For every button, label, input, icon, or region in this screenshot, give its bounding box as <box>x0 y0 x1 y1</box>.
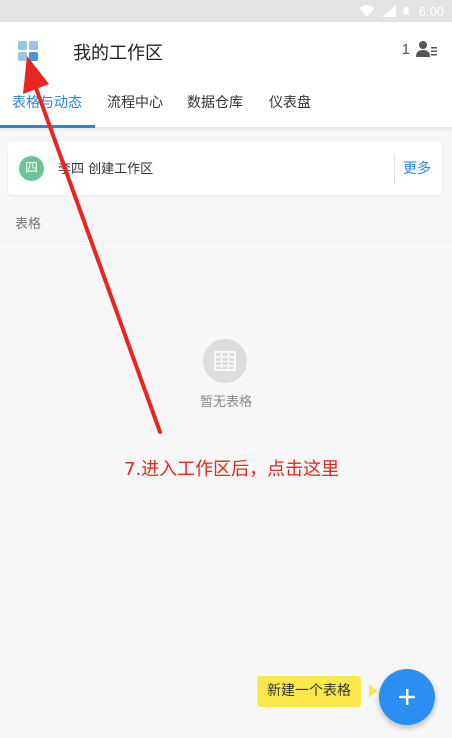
avatar: 四 <box>19 156 44 181</box>
member-count: 1 <box>401 40 410 58</box>
section-label-tables: 表格 <box>15 217 42 232</box>
new-table-tooltip: 新建一个表格 <box>257 676 361 707</box>
tab-data-warehouse[interactable]: 数据仓库 <box>187 80 243 128</box>
members-icon <box>416 41 437 57</box>
active-tab-indicator <box>0 125 95 128</box>
tab-bar: 表格与动态 流程中心 数据仓库 仪表盘 <box>0 80 452 128</box>
divider <box>0 241 452 242</box>
members-button[interactable]: 1 <box>402 40 438 58</box>
wifi-icon <box>359 5 375 17</box>
more-button[interactable]: 更多 <box>403 158 431 178</box>
status-bar: 6:00 <box>0 0 452 22</box>
divider <box>394 154 395 184</box>
annotation-text: 7.进入工作区后，点击这里 <box>124 459 340 480</box>
tooltip-tail <box>369 684 377 698</box>
workspace-card: 四 李四 创建工作区 更多 <box>8 142 442 195</box>
workspace-menu-icon[interactable] <box>16 39 40 63</box>
battery-icon <box>403 6 409 15</box>
page-title: 我的工作区 <box>73 43 163 64</box>
empty-table-icon <box>203 339 247 383</box>
app-bar: 我的工作区 1 <box>0 22 452 80</box>
empty-state-text: 暂无表格 <box>199 395 252 410</box>
signal-icon <box>381 5 396 17</box>
tab-process-center[interactable]: 流程中心 <box>107 80 163 128</box>
tab-tables-and-activity[interactable]: 表格与动态 <box>12 80 82 128</box>
tab-dashboard[interactable]: 仪表盘 <box>269 80 311 128</box>
plus-icon <box>399 689 415 705</box>
add-table-button[interactable] <box>379 669 435 725</box>
status-time: 6:00 <box>418 3 444 19</box>
workspace-created-text: 李四 创建工作区 <box>58 162 154 177</box>
